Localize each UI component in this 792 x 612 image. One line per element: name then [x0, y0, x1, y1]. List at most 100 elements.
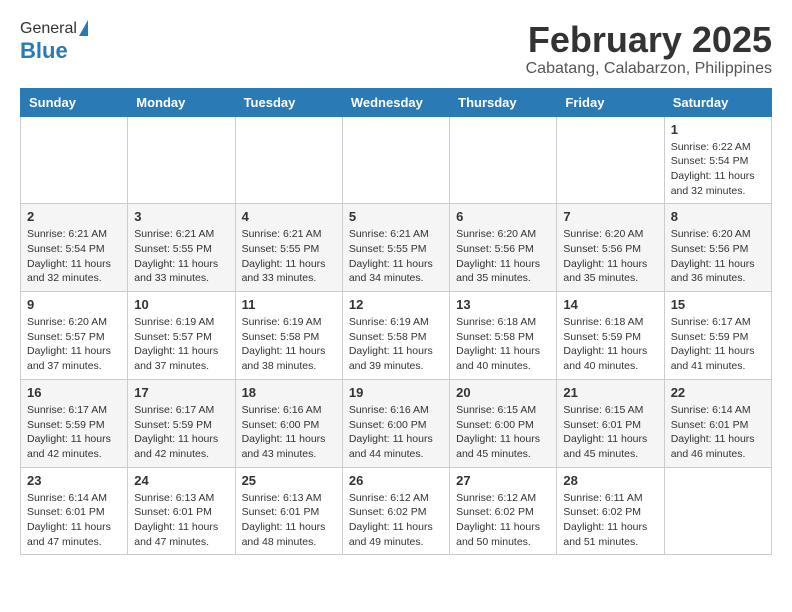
- day-number: 25: [242, 473, 336, 488]
- calendar-cell: 2 Sunrise: 6:21 AMSunset: 5:54 PMDaylight…: [21, 204, 128, 292]
- calendar-cell: 7Sunrise: 6:20 AMSunset: 5:56 PMDaylight…: [557, 204, 664, 292]
- day-number: 17: [134, 385, 228, 400]
- day-info: Sunrise: 6:20 AMSunset: 5:56 PMDaylight:…: [456, 227, 550, 286]
- calendar-cell: [342, 116, 449, 204]
- day-number: 26: [349, 473, 443, 488]
- calendar-cell: 28Sunrise: 6:11 AMSunset: 6:02 PMDayligh…: [557, 467, 664, 555]
- calendar-cell: 15 Sunrise: 6:17 AMSunset: 5:59 PMDayligh…: [664, 292, 771, 380]
- calendar-cell: [128, 116, 235, 204]
- day-info: Sunrise: 6:14 AMSunset: 6:01 PMDaylight:…: [27, 491, 121, 550]
- location-text: Cabatang, Calabarzon, Philippines: [526, 60, 772, 78]
- day-number: 10: [134, 297, 228, 312]
- day-info: Sunrise: 6:17 AMSunset: 5:59 PMDaylight:…: [671, 315, 765, 374]
- day-info: Sunrise: 6:13 AMSunset: 6:01 PMDaylight:…: [134, 491, 228, 550]
- day-number: 15: [671, 297, 765, 312]
- calendar-cell: 24 Sunrise: 6:13 AMSunset: 6:01 PMDayligh…: [128, 467, 235, 555]
- calendar-cell: [557, 116, 664, 204]
- month-title: February 2025: [526, 20, 772, 60]
- calendar-cell: 21 Sunrise: 6:15 AMSunset: 6:01 PMDayligh…: [557, 379, 664, 467]
- day-info: Sunrise: 6:14 AMSunset: 6:01 PMDaylight:…: [671, 403, 765, 462]
- calendar-cell: [664, 467, 771, 555]
- day-info: Sunrise: 6:17 AMSunset: 5:59 PMDaylight:…: [134, 403, 228, 462]
- day-number: 5: [349, 209, 443, 224]
- day-info: Sunrise: 6:12 AMSunset: 6:02 PMDaylight:…: [456, 491, 550, 550]
- day-info: Sunrise: 6:19 AMSunset: 5:58 PMDaylight:…: [242, 315, 336, 374]
- logo-blue-text: Blue: [20, 38, 68, 64]
- day-number: 7: [563, 209, 657, 224]
- day-number: 13: [456, 297, 550, 312]
- page-header: General Blue February 2025 Cabatang, Cal…: [20, 20, 772, 78]
- day-number: 2: [27, 209, 121, 224]
- calendar-cell: 13 Sunrise: 6:18 AMSunset: 5:58 PMDayligh…: [450, 292, 557, 380]
- weekday-header-sunday: Sunday: [21, 88, 128, 116]
- day-number: 9: [27, 297, 121, 312]
- day-number: 18: [242, 385, 336, 400]
- day-number: 21: [563, 385, 657, 400]
- day-number: 3: [134, 209, 228, 224]
- day-info: Sunrise: 6:21 AMSunset: 5:54 PMDaylight:…: [27, 227, 121, 286]
- calendar-cell: 6 Sunrise: 6:20 AMSunset: 5:56 PMDaylight…: [450, 204, 557, 292]
- calendar-week-row: 1 Sunrise: 6:22 AMSunset: 5:54 PMDaylight…: [21, 116, 772, 204]
- weekday-header-thursday: Thursday: [450, 88, 557, 116]
- calendar-cell: 18 Sunrise: 6:16 AMSunset: 6:00 PMDayligh…: [235, 379, 342, 467]
- calendar-week-row: 16 Sunrise: 6:17 AMSunset: 5:59 PMDayligh…: [21, 379, 772, 467]
- calendar-cell: 10 Sunrise: 6:19 AMSunset: 5:57 PMDayligh…: [128, 292, 235, 380]
- weekday-header-monday: Monday: [128, 88, 235, 116]
- calendar-cell: 20 Sunrise: 6:15 AMSunset: 6:00 PMDayligh…: [450, 379, 557, 467]
- day-number: 8: [671, 209, 765, 224]
- calendar-cell: 19 Sunrise: 6:16 AMSunset: 6:00 PMDayligh…: [342, 379, 449, 467]
- calendar-cell: 23 Sunrise: 6:14 AMSunset: 6:01 PMDayligh…: [21, 467, 128, 555]
- day-number: 22: [671, 385, 765, 400]
- day-info: Sunrise: 6:16 AMSunset: 6:00 PMDaylight:…: [242, 403, 336, 462]
- title-section: February 2025 Cabatang, Calabarzon, Phil…: [526, 20, 772, 78]
- day-info: Sunrise: 6:13 AMSunset: 6:01 PMDaylight:…: [242, 491, 336, 550]
- weekday-header-saturday: Saturday: [664, 88, 771, 116]
- day-number: 4: [242, 209, 336, 224]
- calendar-week-row: 9 Sunrise: 6:20 AMSunset: 5:57 PMDaylight…: [21, 292, 772, 380]
- calendar-cell: [235, 116, 342, 204]
- logo-general-text: General: [20, 20, 77, 38]
- calendar-cell: [450, 116, 557, 204]
- day-info: Sunrise: 6:18 AMSunset: 5:59 PMDaylight:…: [563, 315, 657, 374]
- calendar-cell: 16Sunrise: 6:17 AMSunset: 5:59 PMDayligh…: [21, 379, 128, 467]
- day-number: 23: [27, 473, 121, 488]
- day-info: Sunrise: 6:15 AMSunset: 6:01 PMDaylight:…: [563, 403, 657, 462]
- day-number: 27: [456, 473, 550, 488]
- logo-triangle-icon: [79, 20, 88, 36]
- day-number: 6: [456, 209, 550, 224]
- day-info: Sunrise: 6:20 AMSunset: 5:57 PMDaylight:…: [27, 315, 121, 374]
- calendar-table: SundayMondayTuesdayWednesdayThursdayFrid…: [20, 88, 772, 556]
- day-info: Sunrise: 6:22 AMSunset: 5:54 PMDaylight:…: [671, 140, 765, 199]
- day-number: 14: [563, 297, 657, 312]
- calendar-cell: [21, 116, 128, 204]
- day-number: 12: [349, 297, 443, 312]
- day-info: Sunrise: 6:15 AMSunset: 6:00 PMDaylight:…: [456, 403, 550, 462]
- calendar-cell: 25 Sunrise: 6:13 AMSunset: 6:01 PMDayligh…: [235, 467, 342, 555]
- calendar-cell: 17 Sunrise: 6:17 AMSunset: 5:59 PMDayligh…: [128, 379, 235, 467]
- day-info: Sunrise: 6:21 AMSunset: 5:55 PMDaylight:…: [349, 227, 443, 286]
- day-info: Sunrise: 6:18 AMSunset: 5:58 PMDaylight:…: [456, 315, 550, 374]
- day-info: Sunrise: 6:12 AMSunset: 6:02 PMDaylight:…: [349, 491, 443, 550]
- weekday-header-row: SundayMondayTuesdayWednesdayThursdayFrid…: [21, 88, 772, 116]
- logo: General Blue: [20, 20, 88, 64]
- day-info: Sunrise: 6:19 AMSunset: 5:57 PMDaylight:…: [134, 315, 228, 374]
- day-info: Sunrise: 6:21 AMSunset: 5:55 PMDaylight:…: [242, 227, 336, 286]
- day-info: Sunrise: 6:20 AMSunset: 5:56 PMDaylight:…: [671, 227, 765, 286]
- day-info: Sunrise: 6:19 AMSunset: 5:58 PMDaylight:…: [349, 315, 443, 374]
- day-number: 28: [563, 473, 657, 488]
- calendar-cell: 1 Sunrise: 6:22 AMSunset: 5:54 PMDaylight…: [664, 116, 771, 204]
- calendar-week-row: 23 Sunrise: 6:14 AMSunset: 6:01 PMDayligh…: [21, 467, 772, 555]
- day-number: 20: [456, 385, 550, 400]
- day-number: 16: [27, 385, 121, 400]
- calendar-cell: 26 Sunrise: 6:12 AMSunset: 6:02 PMDayligh…: [342, 467, 449, 555]
- calendar-cell: 14 Sunrise: 6:18 AMSunset: 5:59 PMDayligh…: [557, 292, 664, 380]
- weekday-header-wednesday: Wednesday: [342, 88, 449, 116]
- day-number: 24: [134, 473, 228, 488]
- calendar-cell: 27 Sunrise: 6:12 AMSunset: 6:02 PMDayligh…: [450, 467, 557, 555]
- day-number: 1: [671, 122, 765, 137]
- day-info: Sunrise: 6:16 AMSunset: 6:00 PMDaylight:…: [349, 403, 443, 462]
- calendar-cell: 4 Sunrise: 6:21 AMSunset: 5:55 PMDaylight…: [235, 204, 342, 292]
- calendar-cell: 5 Sunrise: 6:21 AMSunset: 5:55 PMDaylight…: [342, 204, 449, 292]
- day-number: 19: [349, 385, 443, 400]
- calendar-cell: 8 Sunrise: 6:20 AMSunset: 5:56 PMDaylight…: [664, 204, 771, 292]
